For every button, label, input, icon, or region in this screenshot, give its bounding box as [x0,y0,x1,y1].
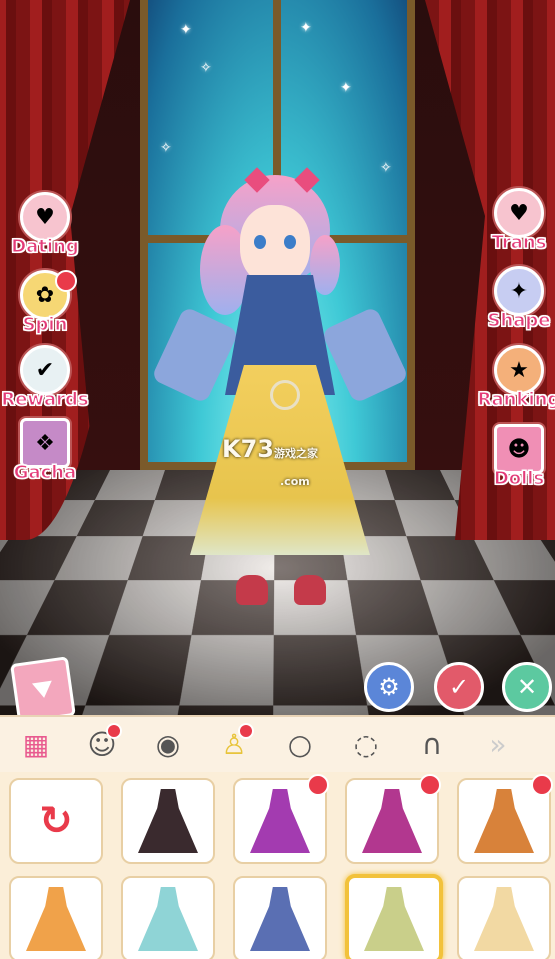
close-icon: ✕ [516,673,538,701]
dress-item[interactable] [121,876,215,959]
gacha-card-icon: ❖ [20,418,70,468]
dress-item[interactable] [457,876,551,959]
head-shape-icon: ○ [287,728,313,761]
gown-icon [26,887,86,951]
ranking-button[interactable]: ★ Ranking [474,345,555,411]
refresh-icon: ↻ [39,798,73,844]
dress-item[interactable] [345,774,441,864]
trans-button[interactable]: ♥ Trans [474,188,555,254]
checklist-icon: ✔ [20,345,70,395]
watermark: K73游戏之家 .com [222,435,318,488]
heart-wings-icon: ♥ [494,188,544,238]
dress-item[interactable] [121,778,215,864]
tab-wardrobe[interactable]: ▦ [6,721,66,769]
item-grid: ↻ [0,772,555,959]
new-badge [531,774,553,796]
tab-eyes[interactable]: ◌ [336,721,396,769]
collapse-toggle-button[interactable] [10,656,76,715]
game-screen: ✦ ✦ ✦ ✧ ✧ ✧ K73游戏之家 .com ♥ Dating ✿ Spin… [0,0,555,959]
hair-icon: ◉ [155,728,181,761]
dress-item[interactable] [233,774,329,864]
notification-badge [55,270,77,292]
wardrobe-icon: ▦ [22,728,50,761]
eyes-icon: ◌ [353,728,379,761]
doll-character[interactable] [150,165,410,625]
tab-head-shape[interactable]: ○ [270,721,330,769]
reset-item-button[interactable]: ↻ [9,778,103,864]
heart-girl-icon: ♥ [20,192,70,242]
gown-icon [364,887,424,951]
new-badge [307,774,329,796]
new-badge [419,774,441,796]
gown-icon [474,887,534,951]
gown-icon [250,887,310,951]
headband-icon: ∩ [421,728,443,761]
gear-icon: ⚙ [378,673,400,701]
check-icon: ✓ [448,673,470,701]
tab-more[interactable]: » [468,721,528,769]
outfit-icon: ✦ [494,266,544,316]
dress-item[interactable] [9,876,103,959]
rewards-button[interactable]: ✔ Rewards [0,345,90,411]
doll-icon: ☻ [494,424,544,474]
tab-hair[interactable]: ◉ [138,721,198,769]
gown-icon [474,789,534,853]
trophy-icon: ★ [494,345,544,395]
dating-button[interactable]: ♥ Dating [0,192,90,258]
gown-icon [250,789,310,853]
gown-icon [362,789,422,853]
triangle-down-icon [31,680,52,698]
dress-item-selected[interactable] [345,874,443,959]
gown-icon [138,789,198,853]
tab-dress[interactable]: ♙ [204,721,264,769]
settings-button[interactable]: ⚙ [364,662,414,712]
category-toolbar: ▦ ☺ ◉ ♙ ○ ◌ ∩ » [0,715,555,774]
shape-button[interactable]: ✦ Shape [474,266,555,332]
spin-button[interactable]: ✿ Spin [0,270,90,336]
dress-item[interactable] [457,774,553,864]
dolls-button[interactable]: ☻ Dolls [474,424,555,490]
tab-face[interactable]: ☺ [72,721,132,769]
dressing-room-scene: ✦ ✦ ✦ ✧ ✧ ✧ K73游戏之家 .com ♥ Dating ✿ Spin… [0,0,555,715]
more-arrows-icon: » [489,728,507,761]
tab-headband[interactable]: ∩ [402,721,462,769]
dress-item[interactable] [233,876,327,959]
gacha-button[interactable]: ❖ Gacha [0,418,90,484]
confirm-button[interactable]: ✓ [434,662,484,712]
cancel-button[interactable]: ✕ [502,662,552,712]
gown-icon [138,887,198,951]
